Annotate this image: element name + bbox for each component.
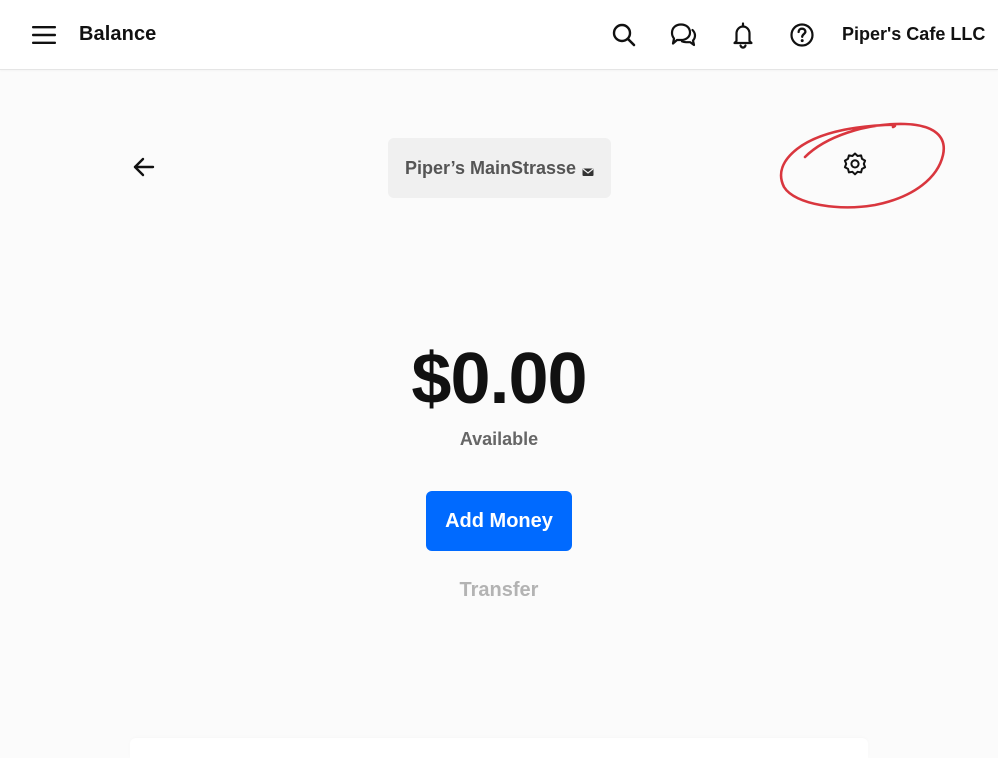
page-title: Balance (79, 23, 157, 45)
account-selector-label: Piper’s MainStrasse (404, 157, 577, 178)
help-icon[interactable] (787, 20, 817, 50)
transfer-container: Transfer (0, 579, 998, 602)
balance-label: Available (459, 429, 539, 449)
balance-amount: $0.00 (411, 339, 587, 419)
top-bar: Balance Piper's Cafe LLC (0, 0, 998, 70)
caret-down-icon (582, 164, 594, 176)
menu-icon[interactable] (30, 22, 58, 48)
add-money-button[interactable]: Add Money (426, 491, 572, 551)
chat-icon[interactable] (668, 20, 698, 50)
transfer-button[interactable]: Transfer (460, 579, 539, 601)
business-name-menu[interactable]: Piper's Cafe LLC (842, 24, 985, 45)
account-selector[interactable]: Piper’s MainStrasse (388, 138, 611, 198)
gear-icon[interactable] (840, 149, 870, 179)
bell-icon[interactable] (728, 20, 758, 50)
search-icon[interactable] (609, 20, 639, 50)
arrow-left-icon[interactable] (130, 153, 158, 181)
content-card (130, 738, 868, 758)
